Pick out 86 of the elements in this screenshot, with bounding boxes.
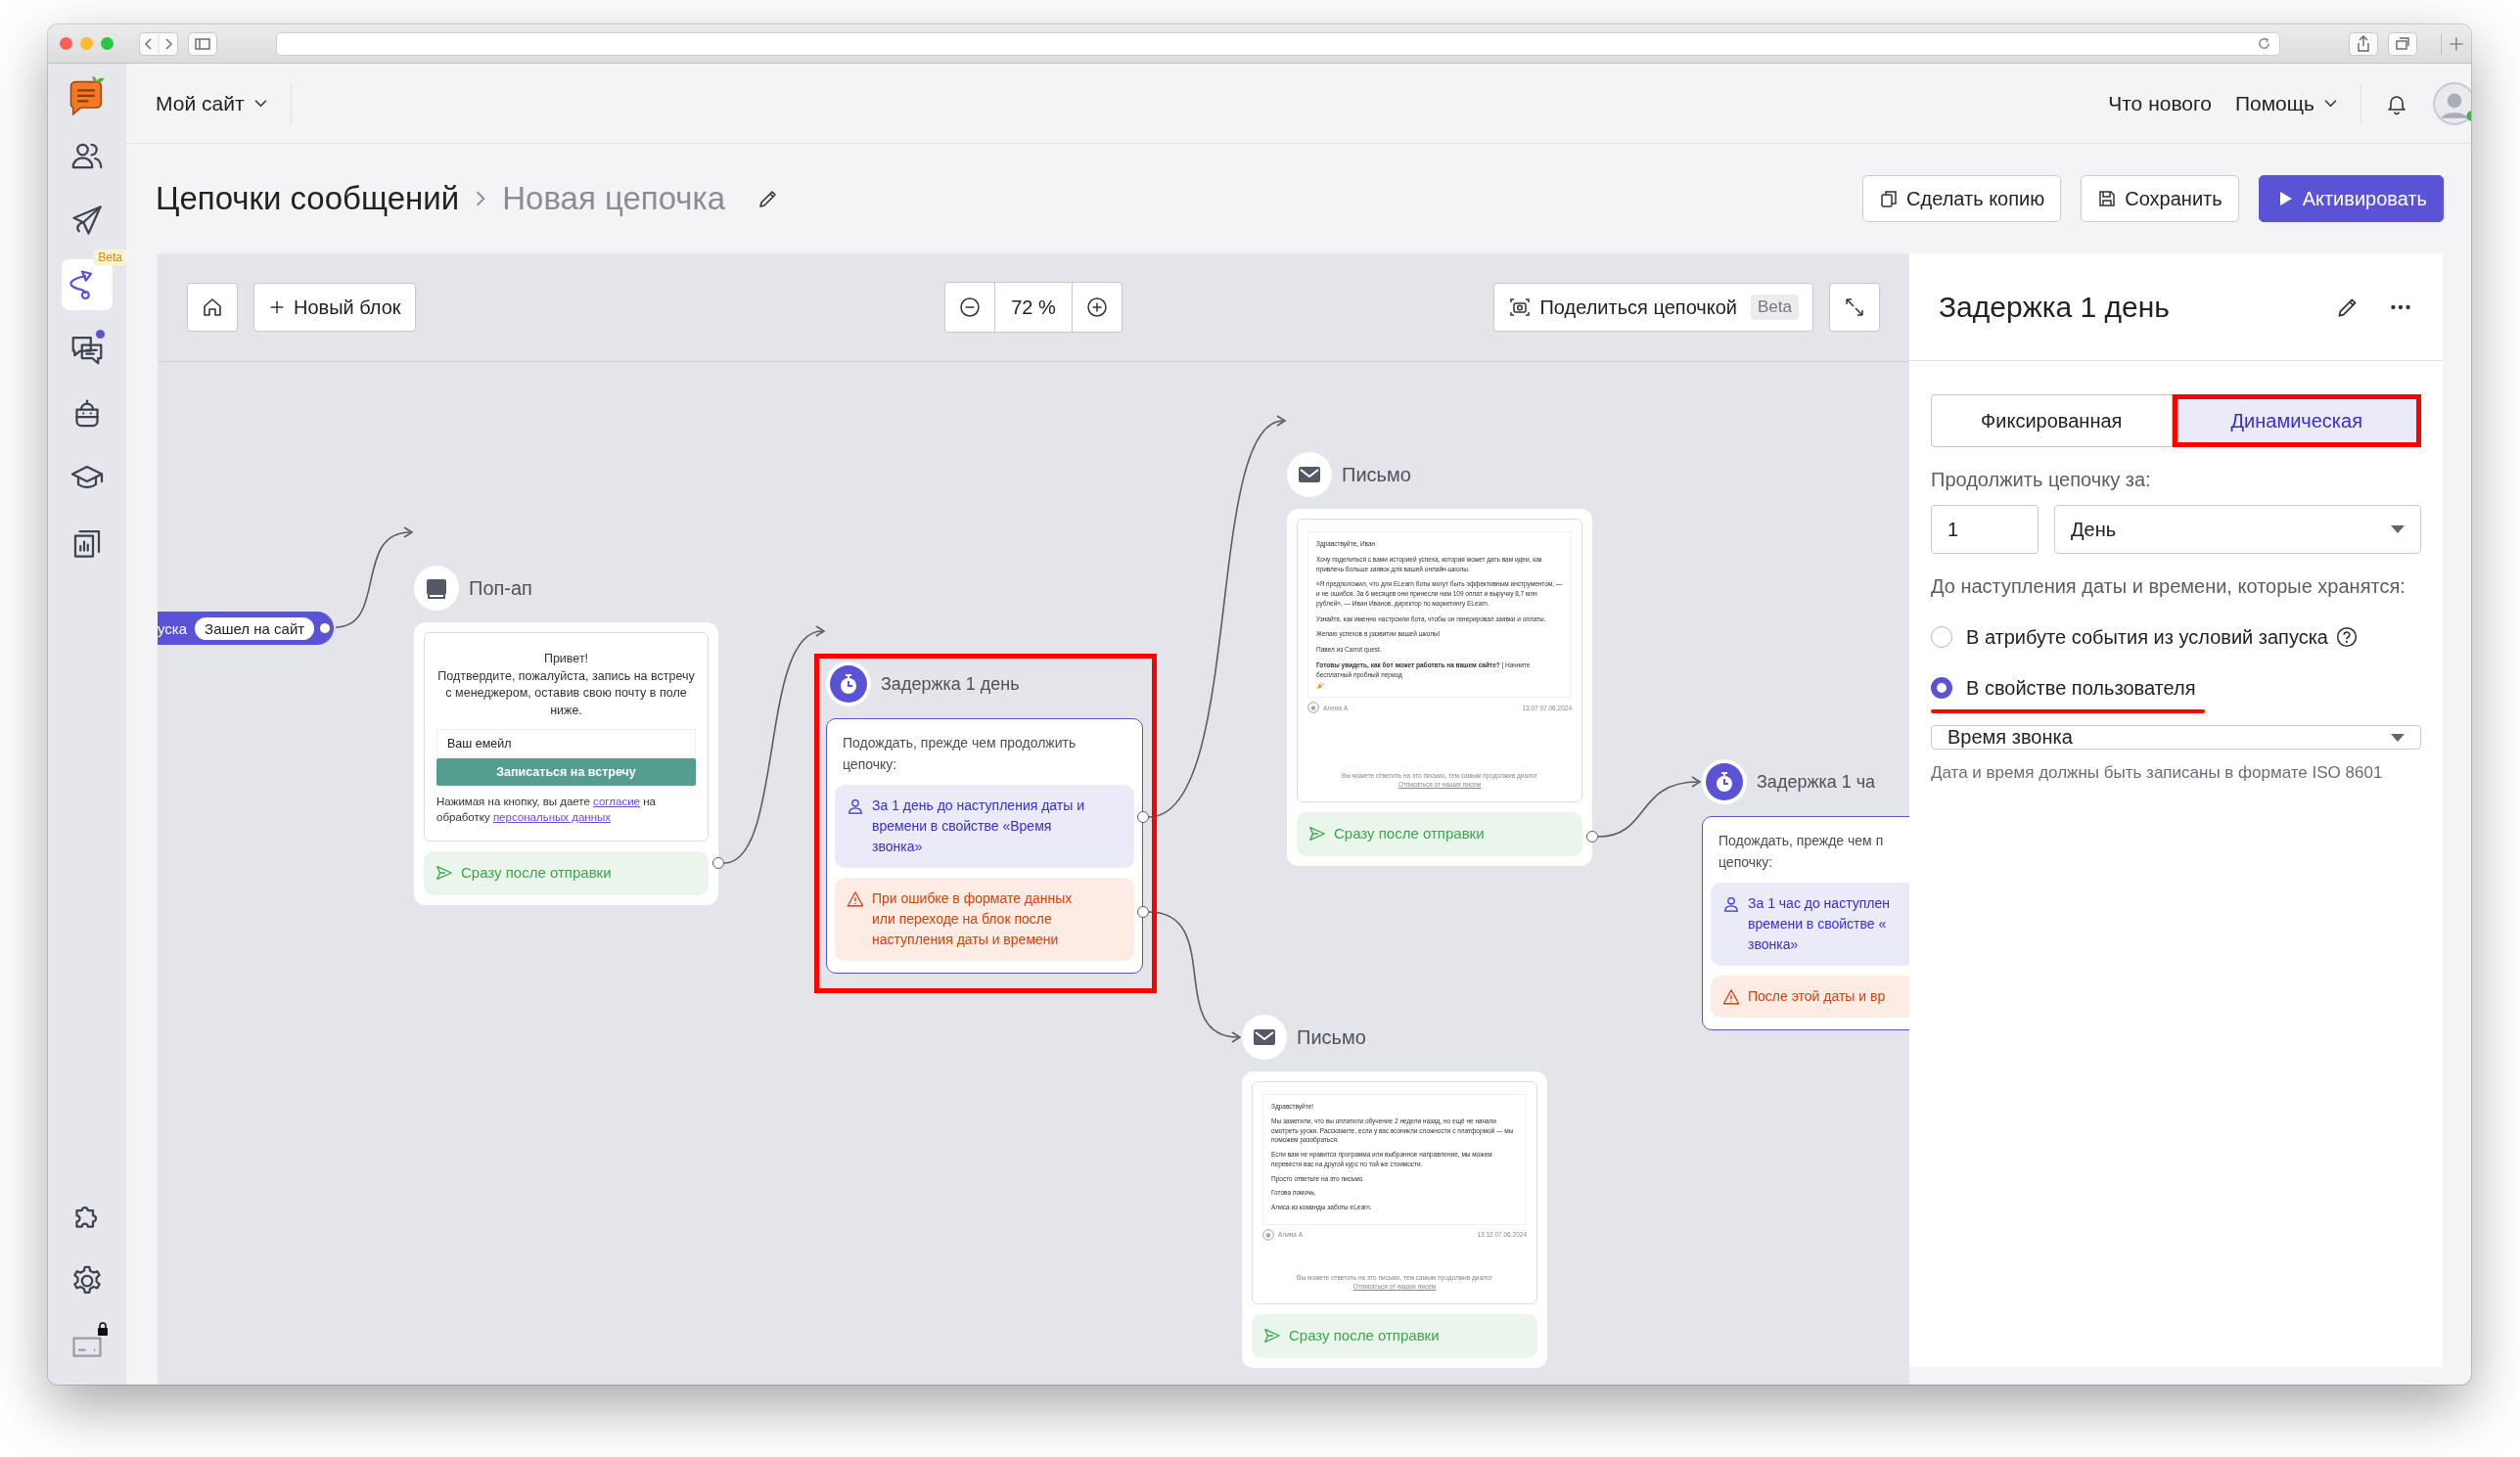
node-title: Письмо — [1342, 463, 1411, 486]
chevron-down-icon — [253, 99, 267, 108]
paper-plane-icon — [1263, 1327, 1281, 1344]
hint-text: Дата и время должны быть записаны в формате ISO 8601 — [1931, 763, 2384, 783]
help-icon[interactable] — [2336, 626, 2358, 648]
signup-button: Записаться на встречу — [436, 758, 696, 786]
header-link[interactable]: Что нового — [2108, 91, 2212, 115]
popup-text: Подтвердите, пожалуйста, запись на встречу с менеджером, оставив свою почту в поле ниже. — [436, 667, 696, 719]
radio-label: В атрибуте события из условий запуска — [1966, 625, 2328, 649]
field-label: Продолжить цепочку за: — [1931, 469, 2152, 491]
avatar — [1262, 1228, 1274, 1241]
header-link[interactable]: Помощь — [2234, 91, 2337, 115]
consent-link[interactable]: согласие — [593, 796, 640, 807]
avatar — [1307, 702, 1319, 714]
email-field: Ваш емейл — [436, 729, 696, 758]
caret-icon — [2391, 733, 2405, 742]
envelope-icon — [1242, 1015, 1287, 1060]
person-icon — [1722, 895, 1740, 914]
chevron-right-icon — [475, 190, 487, 207]
paper-plane-icon — [435, 864, 453, 883]
node-title: Поп-ап — [469, 576, 532, 600]
warning-icon — [847, 890, 864, 909]
share-page-icon[interactable] — [2349, 31, 2378, 56]
person-icon — [847, 797, 864, 816]
exit-branch[interactable]: При ошибке в формате данных или переходе на блок после наступления даты и времени — [835, 878, 1134, 962]
popup-card[interactable] — [414, 622, 718, 905]
copy-button[interactable]: Сделать копию — [1862, 175, 2062, 222]
home-icon — [201, 296, 224, 319]
stopwatch-icon — [1702, 759, 1747, 804]
envelope-icon — [1287, 452, 1332, 497]
save-button[interactable]: Сохранить — [2081, 175, 2239, 222]
tabs-overview-icon[interactable] — [2388, 31, 2417, 56]
trigger-label: уска — [158, 619, 188, 637]
chain-name: Новая цепочка — [502, 180, 726, 217]
connection-port[interactable] — [319, 622, 332, 634]
reload-icon[interactable] — [2257, 36, 2271, 51]
paper-plane-icon — [1308, 825, 1326, 842]
site-selector[interactable]: Мой сайт — [156, 91, 267, 115]
node-title: Задержка 1 ча — [1757, 771, 1876, 793]
sidebar-toggle-icon[interactable] — [188, 31, 217, 56]
exit-branch[interactable]: За 1 день до наступления даты и времени в свойстве «Время звонка» — [835, 785, 1134, 869]
delay-card[interactable]: Подождать, прежде чем продолжить цепочку: За 1 день до наступления даты и времени в свойстве «Время звонка» При ошибке в формате данных или переходе на блок после наступления даты и времени — [826, 718, 1143, 975]
email-card[interactable] — [1287, 509, 1592, 866]
radio-label: В свойстве пользователя — [1966, 676, 2196, 700]
stopwatch-icon — [826, 661, 871, 706]
property-dropdown[interactable]: Время звонка — [1931, 725, 2421, 750]
field-label: До наступления даты и времени, которые хранятся: — [1931, 575, 2406, 598]
exit-branch[interactable]: После этой даты и вр — [1711, 976, 1909, 1019]
camera-icon — [1508, 296, 1533, 319]
delay-type-tab[interactable]: Динамическая — [2172, 394, 2421, 447]
node-title: Письмо — [1297, 1025, 1366, 1049]
consent-text: Нажимая на кнопку, вы даете согласие на обработку персональных данных — [436, 795, 657, 826]
beta-badge: Beta — [1751, 295, 1799, 320]
breadcrumb-link[interactable]: Цепочки сообщений — [156, 180, 460, 217]
event-chip: Зашел на сайт — [195, 616, 315, 640]
exit-branch[interactable]: За 1 час до наступлен времени в свойстве « звонка» — [1711, 883, 1909, 967]
copy-icon — [1879, 189, 1900, 208]
minus-circle-icon — [958, 296, 982, 319]
trigger-pill[interactable]: уска Зашел на сайт — [158, 612, 335, 645]
share-chain-button[interactable]: Поделиться цепочкой Beta — [1493, 283, 1813, 332]
plus-circle-icon — [1085, 296, 1109, 319]
paper-plane-icon — [69, 203, 105, 238]
caret-icon — [2391, 525, 2405, 533]
delay-description: Подождать, прежде чем п цепочку: — [1718, 832, 1885, 872]
popup-window-icon — [414, 566, 459, 611]
fullscreen-button[interactable] — [1829, 283, 1880, 332]
popup-greeting: Привет! — [542, 651, 590, 667]
node-title: Задержка 1 день — [881, 673, 1020, 695]
amount-field[interactable]: 1 — [1931, 505, 2039, 554]
activate-button[interactable]: Активировать — [2258, 175, 2444, 222]
radio-button[interactable] — [1931, 677, 1952, 699]
unit-dropdown[interactable]: День — [2054, 505, 2421, 554]
new-block-button[interactable]: Новый блок — [253, 283, 416, 332]
consent-link[interactable]: персональных данных — [492, 811, 612, 824]
expand-icon — [1843, 296, 1866, 319]
delay-card[interactable]: Подождать, прежде чем п цепочку: За 1 час до наступлен времени в свойстве « звонка» После этой даты и вр — [1702, 816, 1909, 1031]
panel-title: Задержка 1 день — [1939, 290, 2170, 324]
beta-badge: Beta — [94, 250, 126, 265]
home-button[interactable] — [187, 283, 238, 332]
delay-description: Подождать, прежде чем продолжить цепочку: — [842, 734, 1077, 774]
party-popper-icon — [1316, 682, 1324, 691]
zoom-level: 72 % — [994, 283, 1073, 332]
warning-icon — [1722, 988, 1740, 1007]
plus-icon — [268, 298, 286, 316]
email-card[interactable] — [1242, 1071, 1547, 1368]
delay-type-tab[interactable]: Фиксированная — [1931, 394, 2173, 447]
